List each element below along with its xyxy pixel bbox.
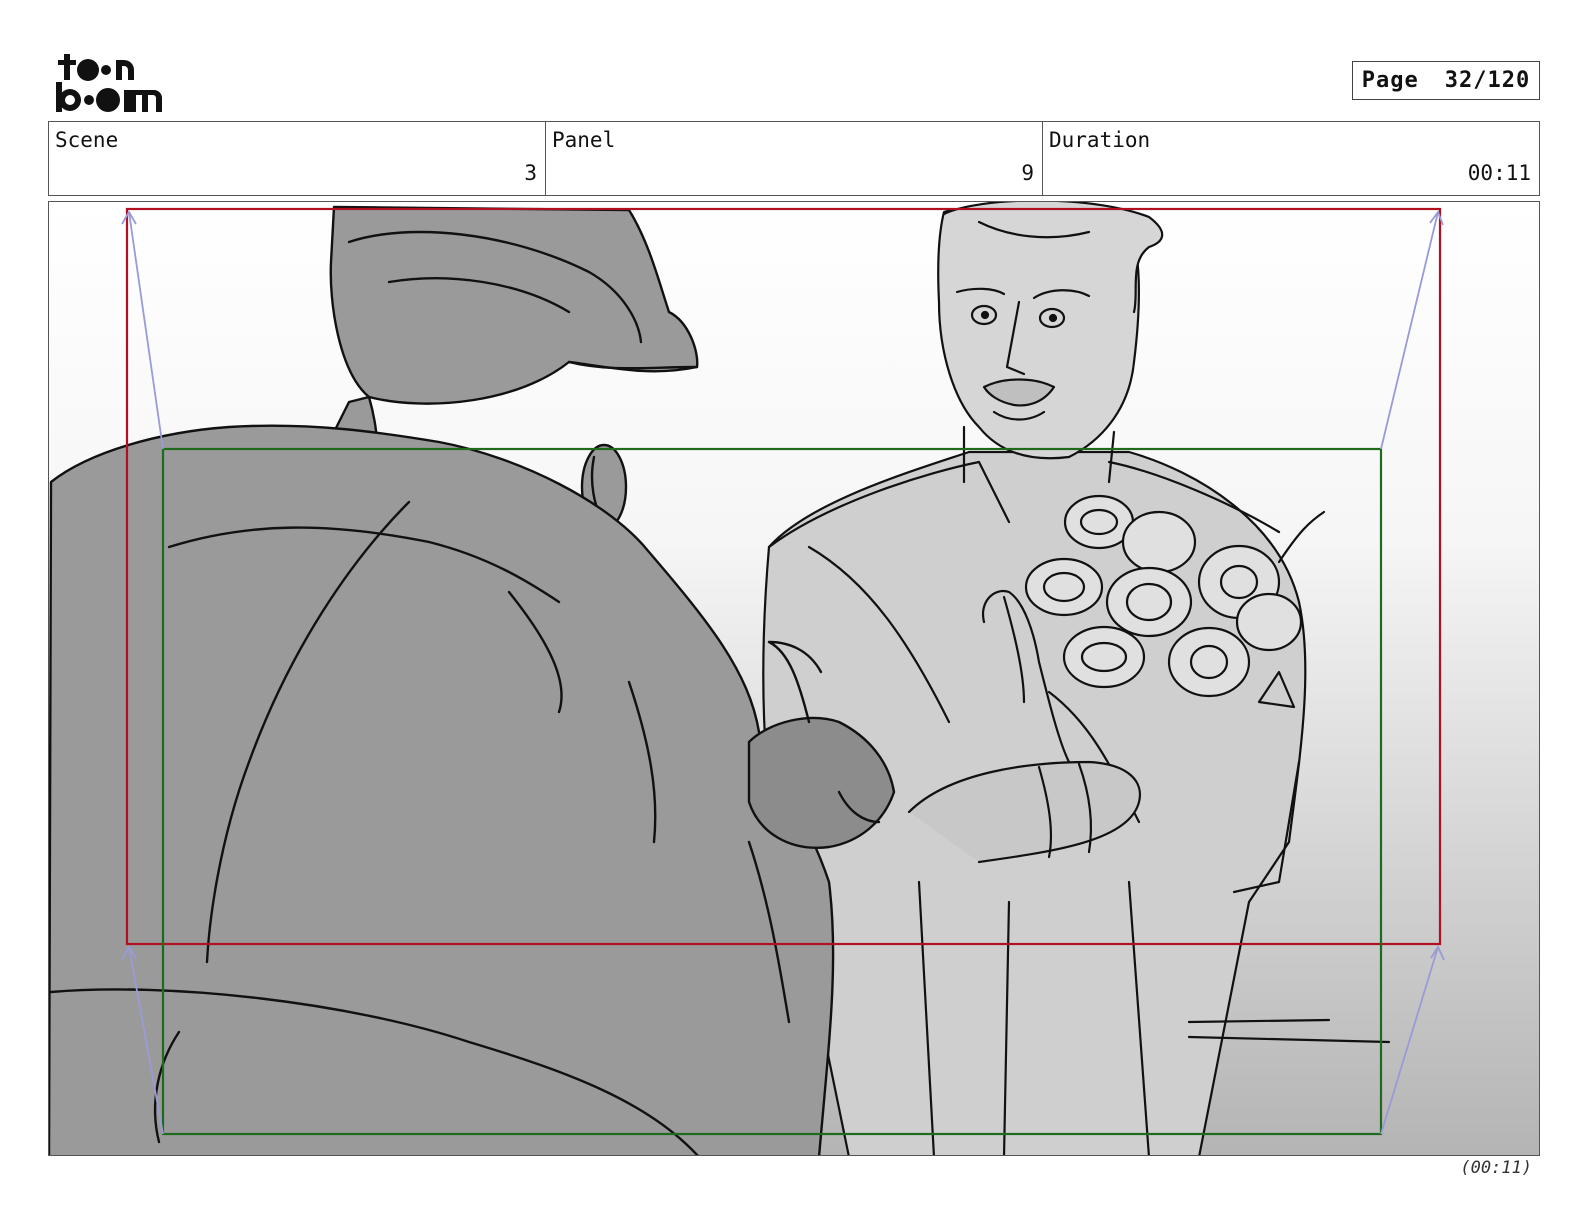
scene-value: 3 — [524, 161, 537, 185]
toonboom-logo — [50, 50, 170, 114]
page-counter: Page 32/120 — [1352, 61, 1540, 100]
scene-cell: Scene 3 — [49, 122, 546, 195]
page-label: Page — [1361, 68, 1419, 93]
storyboard-sketch-icon — [49, 202, 1539, 1155]
panel-info-table: Scene 3 Panel 9 Duration 00:11 — [48, 121, 1540, 196]
page-value: 32/120 — [1444, 68, 1531, 93]
duration-cell: Duration 00:11 — [1043, 122, 1539, 195]
panel-value: 9 — [1021, 161, 1034, 185]
scene-label: Scene — [55, 128, 119, 152]
storyboard-panel — [48, 201, 1540, 1156]
duration-label: Duration — [1049, 128, 1151, 152]
panel-cell: Panel 9 — [546, 122, 1043, 195]
duration-value: 00:11 — [1467, 161, 1531, 185]
panel-label: Panel — [552, 128, 616, 152]
footer-duration: (00:11) — [1460, 1158, 1532, 1178]
